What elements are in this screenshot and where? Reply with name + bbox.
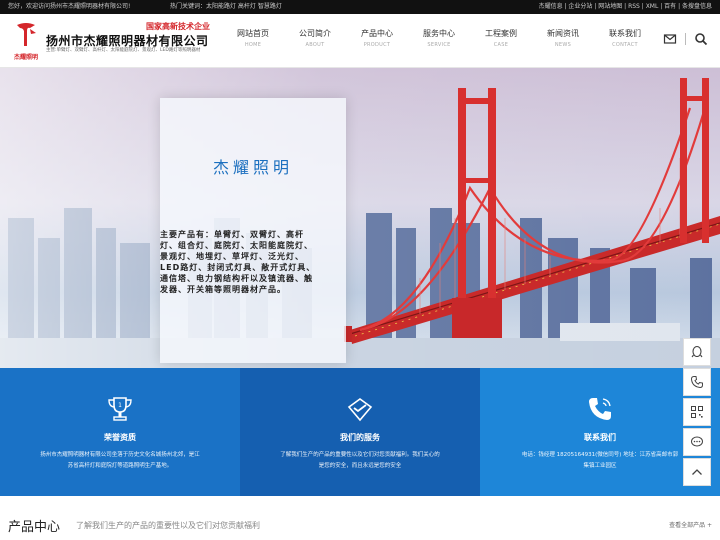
nav-label: 网站首页 (237, 29, 269, 38)
qrcode-icon (691, 406, 703, 418)
product-section-header: 产品中心 了解我们生产的产品的重要性以及它们对您贡献福利 查看全部产品 + (0, 496, 720, 540)
nav-case[interactable]: 工程案例 CASE (470, 14, 532, 68)
logo-brand-text: 杰耀照明 (13, 54, 38, 61)
high-tech-badge: 国家高新技术企业 (146, 22, 210, 31)
phone-button[interactable] (683, 368, 711, 396)
nav-label: 工程案例 (485, 29, 517, 38)
feature-desc: 电话：钱经理 18205164931(微信同号) 地址：江苏省高邮市郭集镇工业园… (521, 452, 679, 469)
qq-icon (691, 345, 703, 358)
phone-icon (589, 398, 611, 420)
hero-banner: 杰耀照明 主要产品有：单臂灯、双臂灯、高杆灯、组合灯、庭院灯、太阳能庭院灯、景观… (0, 68, 720, 368)
svg-text:1: 1 (118, 402, 122, 409)
back-to-top-icon (692, 469, 702, 475)
nav-label: 联系我们 (609, 29, 641, 38)
nav-label-en: CONTACT (612, 42, 638, 48)
top-links[interactable]: 杰耀信息 | 企业分站 | 网站地图 | RSS | XML | 百有 | 条搜… (539, 0, 712, 14)
nav-label-en: CASE (493, 42, 509, 48)
nav-label-en: HOME (244, 42, 262, 48)
back-to-top-button[interactable] (683, 458, 711, 486)
floating-sidebar (683, 338, 711, 488)
nav-contact[interactable]: 联系我们 CONTACT (594, 14, 656, 68)
feature-title: 我们的服务 (340, 433, 380, 442)
nav-about[interactable]: 公司简介 ABOUT (284, 14, 346, 68)
view-all-products-link[interactable]: 查看全部产品 + (669, 520, 712, 529)
feature-service[interactable]: 我们的服务 了解我们生产的产品的重要性以及它们对您贡献福利。我们关心的是您的安全… (240, 368, 480, 496)
feature-strip: 1 荣誉资质 扬州市杰耀照明器材有限公司坐落于历史文化名城扬州北郊，是江苏省高杆… (0, 368, 720, 496)
company-logo[interactable]: 杰耀照明 (8, 22, 44, 62)
search-icon[interactable] (694, 32, 708, 46)
hero-title: 杰耀照明 (212, 158, 293, 177)
nav-news[interactable]: 新闻资讯 NEWS (532, 14, 594, 68)
feature-desc: 扬州市杰耀照明器材有限公司坐落于历史文化名城扬州北郊，是江苏省高杆灯和庭院灯等道… (40, 452, 200, 469)
nav-label-en: NEWS (554, 42, 572, 48)
header-icons (663, 32, 708, 46)
section-title: 产品中心 (8, 520, 61, 535)
nav-service[interactable]: 服务中心 SERVICE (408, 14, 470, 68)
qq-button[interactable] (683, 338, 711, 366)
site-header: 杰耀照明 国家高新技术企业 扬州市杰耀照明器材有限公司 主营:单臂灯、双臂灯、高… (0, 14, 720, 68)
message-button[interactable] (683, 428, 711, 456)
feature-desc: 了解我们生产的产品的重要性以及它们对您贡献福利。我们关心的是您的安全，而且永远是… (280, 452, 440, 469)
trophy-icon: 1 (108, 397, 132, 421)
mail-icon[interactable] (663, 32, 677, 46)
phone-icon (690, 376, 703, 389)
icon-divider (685, 33, 686, 45)
nav-label: 产品中心 (361, 29, 393, 38)
nav-label-en: ABOUT (305, 42, 325, 48)
hot-keywords[interactable]: 热门关键词：太阳能路灯 高杆灯 智慧路灯 (170, 0, 282, 14)
hero-info-card: 杰耀照明 主要产品有：单臂灯、双臂灯、高杆灯、组合灯、庭院灯、太阳能庭院灯、景观… (160, 98, 346, 363)
nav-label-en: PRODUCT (363, 42, 391, 48)
section-subtitle: 了解我们生产的产品的重要性以及它们对您贡献福利 (76, 521, 260, 530)
nav-home[interactable]: 网站首页 HOME (222, 14, 284, 68)
products-tagline: 主营:单臂灯、双臂灯、高杆灯、太阳能庭院灯、景观灯、LED路灯等照明器材 (46, 48, 201, 53)
handshake-icon (347, 398, 373, 422)
nav-label: 公司简介 (299, 29, 331, 38)
feature-honors[interactable]: 1 荣誉资质 扬州市杰耀照明器材有限公司坐落于历史文化名城扬州北郊，是江苏省高杆… (0, 368, 240, 496)
qrcode-button[interactable] (683, 398, 711, 426)
message-icon (691, 436, 703, 447)
nav-label: 新闻资讯 (547, 29, 579, 38)
nav-product[interactable]: 产品中心 PRODUCT (346, 14, 408, 68)
welcome-text: 您好，欢迎访问扬州市杰耀照明器材有限公司! (8, 3, 131, 10)
main-nav: 网站首页 HOME 公司简介 ABOUT 产品中心 PRODUCT 服务中心 SERVI… (222, 14, 656, 68)
top-bar: 您好，欢迎访问扬州市杰耀照明器材有限公司! 热门关键词：太阳能路灯 高杆灯 智慧… (0, 0, 720, 14)
nav-label: 服务中心 (423, 29, 455, 38)
hero-description: 主要产品有：单臂灯、双臂灯、高杆灯、组合灯、庭院灯、太阳能庭院灯、景观灯、地埋灯… (160, 230, 316, 294)
feature-title: 荣誉资质 (104, 433, 136, 442)
bridge-skyline-image (0, 68, 720, 368)
nav-label-en: SERVICE (427, 42, 451, 48)
logo-symbol-icon (17, 23, 36, 46)
